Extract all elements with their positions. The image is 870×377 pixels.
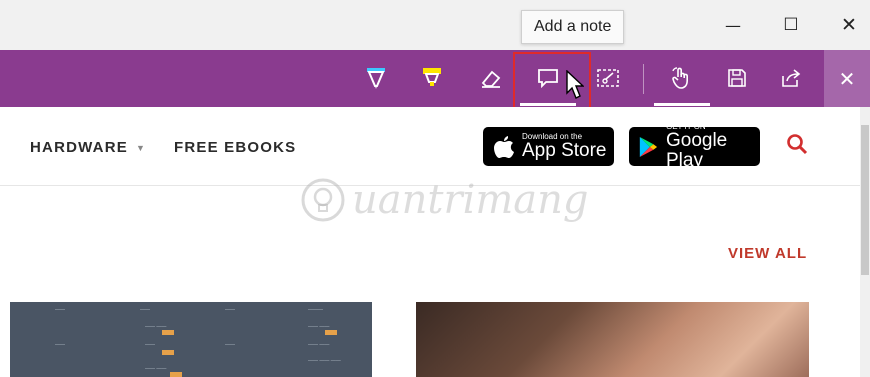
note-icon (538, 69, 558, 88)
close-button[interactable]: ✕ (820, 0, 870, 50)
mouse-cursor-icon (566, 70, 584, 99)
highlighter-button[interactable] (412, 58, 452, 98)
apple-icon (494, 135, 514, 158)
close-icon: ✕ (838, 66, 856, 91)
highlighter-icon (423, 68, 441, 86)
eraser-button[interactable] (471, 58, 511, 98)
watermark-text: uantrimang (352, 177, 589, 223)
clip-button[interactable] (588, 58, 628, 98)
toolbar-separator (643, 64, 644, 94)
watermark-logo-icon (301, 178, 345, 222)
nav-item-hardware[interactable]: HARDWARE (30, 139, 128, 156)
chevron-down-icon: ▼ (136, 143, 145, 153)
minimize-icon: — (725, 15, 741, 35)
google-play-icon (639, 136, 658, 157)
tooltip: Add a note (521, 10, 625, 44)
active-tool-indicator (654, 103, 710, 106)
touch-icon (672, 67, 688, 89)
search-icon[interactable] (786, 133, 808, 155)
eraser-icon (481, 70, 501, 88)
share-icon (782, 69, 801, 87)
web-note-toolbar: ✕ (0, 50, 870, 107)
save-icon (728, 69, 746, 87)
watermark: uantrimang (300, 165, 600, 235)
clip-icon (597, 69, 619, 87)
google-play-button[interactable]: GET IT ON Google Play (629, 122, 760, 171)
share-button[interactable] (771, 58, 811, 98)
browser-window: — ☐ ✕ Add a note ✕ HARDWARE ▼ FREE EBOOK… (0, 0, 870, 377)
article-thumbnail[interactable] (416, 302, 809, 377)
nav-item-free-ebooks[interactable]: FREE EBOOKS (174, 139, 296, 156)
maximize-button[interactable]: ☐ (762, 0, 820, 50)
web-page: HARDWARE ▼ FREE EBOOKS Download on the A… (0, 107, 870, 377)
google-play-label: Google Play (665, 130, 728, 171)
article-thumbnail[interactable]: —— —— —— ——— —— —— —— —— —— —— —— —— —— … (10, 302, 372, 377)
app-store-label: App Store (522, 140, 607, 161)
save-button[interactable] (717, 58, 757, 98)
add-note-button[interactable] (528, 58, 568, 98)
title-bar: — ☐ ✕ (0, 0, 870, 50)
exit-button[interactable]: ✕ (824, 50, 870, 107)
app-store-button[interactable]: Download on the App Store (483, 127, 614, 166)
maximize-icon: ☐ (783, 15, 799, 35)
touch-writing-button[interactable] (661, 58, 701, 98)
close-icon: ✕ (841, 14, 857, 36)
ballpoint-pen-button[interactable] (356, 58, 396, 98)
pen-icon (367, 68, 385, 89)
active-tool-indicator (520, 103, 576, 106)
scrollbar-thumb[interactable] (861, 125, 869, 275)
minimize-button[interactable]: — (704, 0, 762, 50)
view-all-link[interactable]: VIEW ALL (728, 245, 807, 262)
